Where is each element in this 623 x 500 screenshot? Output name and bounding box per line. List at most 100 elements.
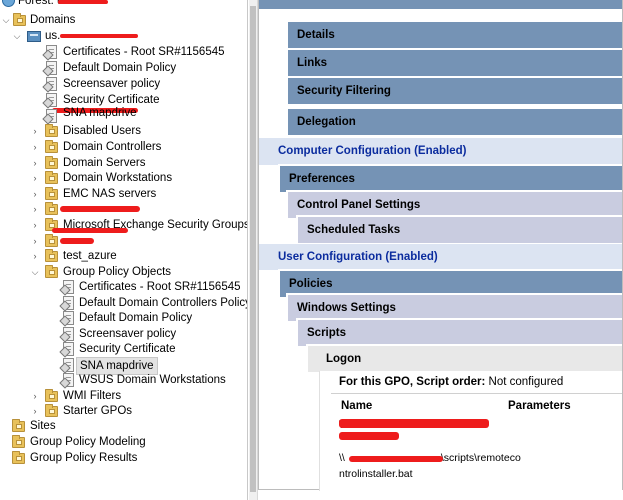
link-label: Screensaver policy	[63, 78, 161, 90]
link-label: SNA mapdrive	[63, 107, 137, 119]
section-delegation[interactable]: Delegation	[286, 107, 622, 135]
gpo-link-icon	[46, 61, 57, 75]
gpo-label: Default Domain Policy	[79, 312, 193, 324]
expand-chevron-icon[interactable]: ›	[30, 201, 40, 217]
gpo-link-icon	[46, 77, 57, 91]
section-windows-settings[interactable]: Windows Settings	[286, 293, 622, 321]
wmi-filters-label: WMI Filters	[63, 390, 122, 402]
expand-chevron-icon[interactable]: ›	[30, 155, 40, 171]
gpo-link-icon	[46, 45, 57, 59]
gpo-label: Certificates - Root SR#1156545	[79, 281, 241, 293]
expand-chevron-icon[interactable]: ›	[30, 403, 40, 419]
preferences-label: Preferences	[289, 173, 355, 185]
section-links[interactable]: Links	[286, 48, 622, 76]
ou-folder-icon	[45, 187, 58, 200]
gpo-container-label: Group Policy Objects	[63, 266, 172, 278]
section-delegation-label: Delegation	[297, 116, 356, 128]
redaction-mark	[60, 34, 138, 38]
ou-folder-icon	[45, 171, 58, 184]
ou-label: Domain Workstations	[63, 172, 173, 184]
expand-chevron-icon[interactable]: ›	[30, 217, 40, 233]
expand-chevron-icon[interactable]: ›	[30, 388, 40, 404]
link-label: Default Domain Policy	[63, 62, 177, 74]
results-label: Group Policy Results	[30, 452, 138, 464]
ou-label: Domain Servers	[63, 157, 146, 169]
gpo-icon	[63, 280, 74, 294]
expand-chevron-icon[interactable]: ›	[30, 170, 40, 186]
script-path-2-suffix: \scripts\remoteco	[440, 452, 521, 464]
section-logon[interactable]: Logon	[306, 344, 622, 372]
redaction-mark	[60, 238, 94, 244]
domain-label: us.	[45, 30, 61, 42]
collapse-chevron-icon[interactable]: ⌵	[30, 264, 40, 280]
section-details[interactable]: Details	[286, 20, 622, 48]
ou-folder-icon	[45, 249, 58, 262]
script-path-2-cont: ntrolinstaller.bat	[339, 468, 413, 480]
domains-folder-icon	[13, 13, 26, 26]
script-path-2-prefix: \\	[339, 452, 345, 464]
expand-chevron-icon[interactable]: ›	[30, 123, 40, 139]
ou-folder-icon	[45, 140, 58, 153]
user-config-label: User Configuration (Enabled)	[278, 251, 438, 263]
redaction-mark	[339, 432, 399, 440]
section-details-label: Details	[297, 29, 335, 41]
gpo-label: Screensaver policy	[79, 328, 177, 340]
ou-folder-icon	[45, 234, 58, 247]
ou-label: EMC NAS servers	[63, 188, 157, 200]
section-computer-configuration[interactable]: Computer Configuration (Enabled)	[259, 137, 622, 165]
forest-icon	[2, 0, 15, 7]
ou-label: Domain Controllers	[63, 141, 162, 153]
ou-folder-icon	[45, 202, 58, 215]
link-label: Certificates - Root SR#1156545	[63, 46, 225, 58]
expand-chevron-icon[interactable]: ›	[30, 186, 40, 202]
expand-chevron-icon[interactable]: ›	[30, 233, 40, 249]
expand-chevron-icon[interactable]: ›	[30, 248, 40, 264]
modeling-label: Group Policy Modeling	[30, 436, 146, 448]
pane-divider[interactable]	[247, 0, 248, 500]
section-security-filtering-label: Security Filtering	[297, 85, 391, 97]
divider	[331, 393, 622, 394]
column-header-name: Name	[341, 400, 373, 412]
redaction-mark	[58, 0, 108, 4]
expand-chevron-icon[interactable]: ›	[30, 139, 40, 155]
section-preferences[interactable]: Preferences	[278, 164, 622, 192]
report-frame: General Details Links Security Filtering…	[258, 0, 623, 491]
script-order-line: For this GPO, Script order: Not configur…	[339, 376, 563, 388]
computer-config-label: Computer Configuration (Enabled)	[278, 145, 467, 157]
gpo-label: Default Domain Controllers Policy	[79, 297, 247, 309]
starter-folder-icon	[45, 404, 58, 417]
collapse-chevron-icon[interactable]: ⌵	[12, 28, 22, 44]
ou-folder-icon	[45, 156, 58, 169]
gpo-icon	[63, 327, 74, 341]
gpmc-tree-pane: Forest: us. ⌵ Domains ⌵ us. Certificates…	[0, 0, 247, 500]
gpo-label: Security Certificate	[79, 343, 176, 355]
section-general-label: General	[278, 0, 321, 9]
scheduled-tasks-label: Scheduled Tasks	[307, 224, 401, 236]
section-scripts[interactable]: Scripts	[296, 318, 622, 346]
section-scheduled-tasks[interactable]: Scheduled Tasks	[296, 215, 622, 243]
scrollbar-thumb[interactable]	[250, 6, 256, 492]
section-user-configuration[interactable]: User Configuration (Enabled)	[259, 243, 622, 270]
redaction-mark	[52, 228, 128, 233]
settings-report-pane: General Details Links Security Filtering…	[258, 0, 623, 500]
collapse-chevron-icon[interactable]: ⌵	[1, 12, 11, 28]
domains-label: Domains	[30, 14, 76, 26]
script-order-value: Not configured	[485, 376, 564, 388]
gpo-folder-icon	[45, 265, 58, 278]
section-general[interactable]: General	[259, 0, 622, 9]
sites-label: Sites	[30, 420, 56, 432]
gpo-link-icon	[46, 93, 57, 107]
column-header-parameters: Parameters	[508, 400, 571, 412]
redaction-mark	[349, 456, 443, 462]
starter-gpos-label: Starter GPOs	[63, 405, 133, 417]
gpo-icon	[63, 358, 74, 372]
wmi-folder-icon	[45, 389, 58, 402]
section-control-panel-settings[interactable]: Control Panel Settings	[286, 190, 622, 218]
section-security-filtering[interactable]: Security Filtering	[286, 76, 622, 104]
gpo-label: WSUS Domain Workstations	[79, 374, 226, 386]
redaction-mark	[339, 419, 489, 428]
results-icon	[12, 451, 25, 464]
scripts-label: Scripts	[307, 327, 346, 339]
ou-label: Disabled Users	[63, 125, 141, 137]
report-scrollbar[interactable]	[249, 0, 258, 500]
